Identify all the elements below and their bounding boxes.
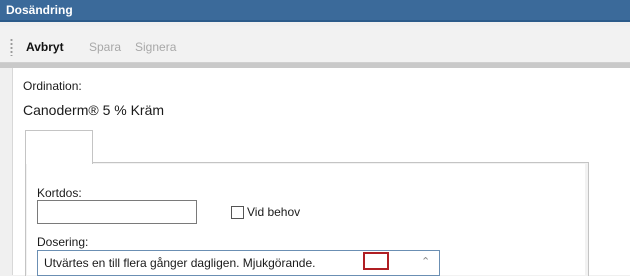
kortdos-input[interactable]	[37, 200, 197, 224]
ordination-label: Ordination:	[23, 79, 82, 93]
kortdos-label: Kortdos:	[37, 186, 82, 200]
content-area: Ordination: Canoderm® 5 % Kräm Kortdos: …	[12, 68, 630, 276]
tab-dosage[interactable]	[25, 130, 93, 164]
window-titlebar: Dosändring	[0, 0, 630, 22]
toolbar-grip-icon[interactable]	[10, 38, 13, 56]
text-cursor-highlight	[363, 252, 389, 270]
window-title: Dosändring	[6, 3, 73, 17]
dosering-text: Utvärtes en till flera gånger dagligen. …	[44, 256, 316, 270]
scroll-up-icon[interactable]: ⌃	[421, 255, 430, 268]
save-button[interactable]: Spara	[89, 40, 121, 54]
cancel-button[interactable]: Avbryt	[26, 40, 64, 54]
sign-button[interactable]: Signera	[135, 40, 176, 54]
toolbar: Avbryt Spara Signera	[0, 26, 630, 63]
dosering-textarea[interactable]: Utvärtes en till flera gånger dagligen. …	[37, 250, 440, 276]
dosering-label: Dosering:	[37, 235, 89, 249]
drug-name: Canoderm® 5 % Kräm	[23, 102, 165, 118]
vid-behov-checkbox[interactable]	[231, 206, 244, 219]
vid-behov-label: Vid behov	[247, 205, 301, 219]
